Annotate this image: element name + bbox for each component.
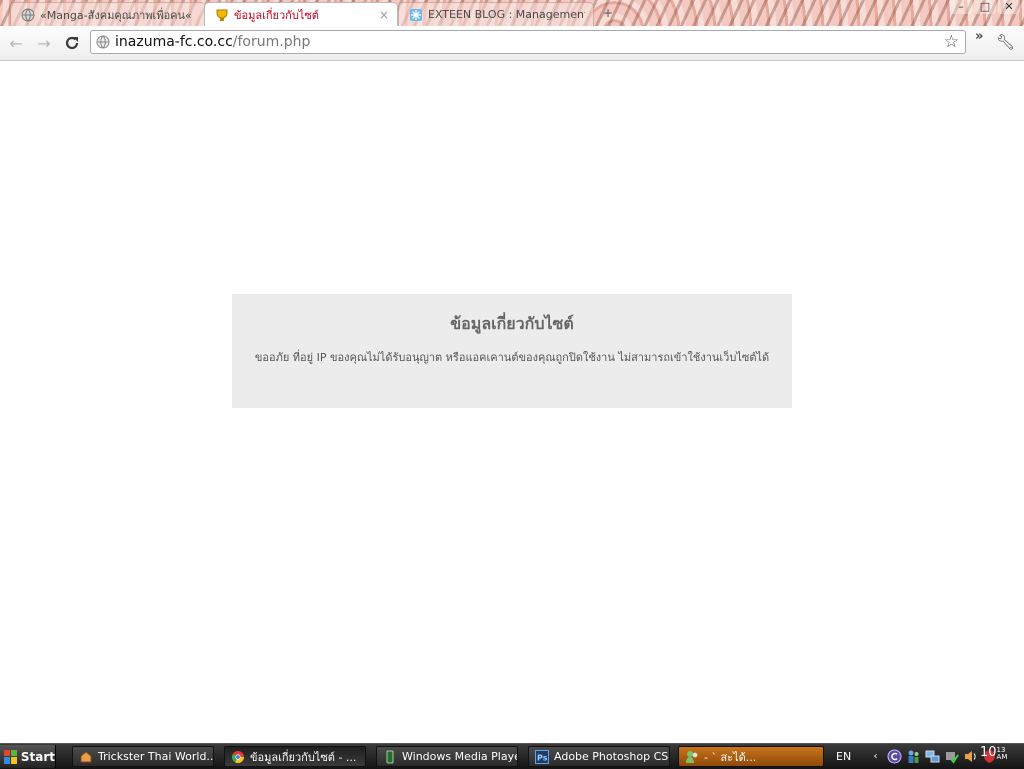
arrow-left-icon: ← — [9, 33, 23, 53]
site-info-notice: ข้อมูลเกี่ยวกับไซต์ ขออภัย ที่อยู่ IP ขอ… — [232, 294, 792, 408]
network-icon[interactable] — [925, 749, 940, 764]
close-tab-icon[interactable]: × — [379, 8, 389, 22]
task-label: Windows Media Player — [402, 750, 518, 763]
start-label: Start — [20, 749, 55, 764]
tab-title: «Manga-สังคมคุณภาพเพื่อคน« — [40, 8, 192, 22]
volume-icon[interactable] — [963, 749, 978, 764]
task-media-player[interactable]: Windows Media Player — [376, 746, 518, 767]
wrench-icon: 🔧︎ — [996, 33, 1016, 51]
new-tab-button[interactable]: + — [598, 6, 618, 20]
notice-title: ข้อมูลเกี่ยวกับไซต์ — [450, 314, 574, 333]
reload-button[interactable] — [62, 33, 82, 53]
task-messenger[interactable]: - ` สะได้... — [678, 746, 824, 767]
language-indicator[interactable]: EN — [836, 750, 851, 763]
start-button[interactable]: Start — [0, 745, 56, 768]
browser-toolbar: ← → inazuma-fc.co.cc/forum.php ☆ » 🔧︎ — [0, 26, 1024, 61]
minimize-button[interactable]: – — [950, 0, 972, 14]
photoshop-icon: Ps — [535, 749, 549, 764]
safe-remove-icon[interactable] — [944, 749, 959, 764]
snowflake-icon — [409, 8, 423, 22]
back-button[interactable]: ← — [6, 33, 26, 53]
chrome-icon — [231, 750, 245, 764]
trophy-icon — [215, 8, 229, 22]
url-host: inazuma-fc.co.cc — [115, 34, 233, 50]
taskbar: Start Trickster Thai World... ข้อมูลเกี่… — [0, 743, 1024, 769]
tab-title: ข้อมูลเกี่ยวกับไซต์ — [234, 8, 319, 22]
maximize-button[interactable]: □ — [974, 0, 996, 14]
game-icon — [79, 750, 93, 764]
tab-site-info[interactable]: ข้อมูลเกี่ยวกับไซต์ × — [204, 2, 398, 26]
task-label: Adobe Photoshop CS4 — [554, 750, 670, 763]
window-controls: – □ ✕ — [950, 0, 1020, 16]
tab-exteen[interactable]: EXTEEN BLOG : Management — [398, 2, 594, 26]
task-chrome[interactable]: ข้อมูลเกี่ยวกับไซต์ - ... — [224, 746, 366, 767]
task-photoshop[interactable]: Ps Adobe Photoshop CS4 — [528, 746, 670, 767]
messenger-icon — [685, 750, 699, 764]
forward-button[interactable]: → — [34, 33, 54, 53]
tab-title: EXTEEN BLOG : Management — [428, 8, 585, 21]
media-player-icon — [383, 750, 397, 764]
arrow-right-icon: → — [37, 33, 51, 53]
system-tray: ‹ — [868, 746, 997, 767]
globe-icon — [21, 8, 35, 22]
users-icon[interactable] — [906, 749, 921, 764]
address-bar[interactable]: inazuma-fc.co.cc/forum.php ☆ — [90, 30, 966, 54]
bookmarks-overflow-button[interactable]: » — [975, 29, 983, 44]
notice-message: ขออภัย ที่อยู่ IP ของคุณไม่ได้รับอนุญาต … — [254, 351, 770, 364]
url-path: /forum.php — [232, 34, 311, 50]
wrench-menu-button[interactable]: 🔧︎ — [996, 33, 1015, 51]
tab-strip: «Manga-สังคมคุณภาพเพื่อคน« ข้อมูลเกี่ยวก… — [0, 0, 1024, 26]
bookmark-star-icon[interactable]: ☆ — [944, 32, 959, 52]
task-label: Trickster Thai World... — [98, 750, 214, 763]
page-globe-icon — [96, 35, 110, 49]
task-label: - ` สะได้... — [704, 750, 757, 764]
clock[interactable]: 1013 AM — [980, 745, 1008, 761]
task-trickster[interactable]: Trickster Thai World... — [72, 746, 214, 767]
svg-text:Ps: Ps — [537, 753, 548, 762]
copyright-app-icon[interactable] — [887, 749, 902, 764]
task-label: ข้อมูลเกี่ยวกับไซต์ - ... — [250, 750, 357, 764]
clock-ampm: AM — [996, 753, 1008, 761]
windows-flag-icon — [4, 749, 17, 764]
clock-hour: 10 — [980, 745, 997, 760]
tray-expand-button[interactable]: ‹ — [868, 749, 883, 764]
tab-manga[interactable]: «Manga-สังคมคุณภาพเพื่อคน« — [10, 2, 206, 26]
reload-icon — [65, 36, 79, 50]
close-window-button[interactable]: ✕ — [998, 0, 1020, 14]
